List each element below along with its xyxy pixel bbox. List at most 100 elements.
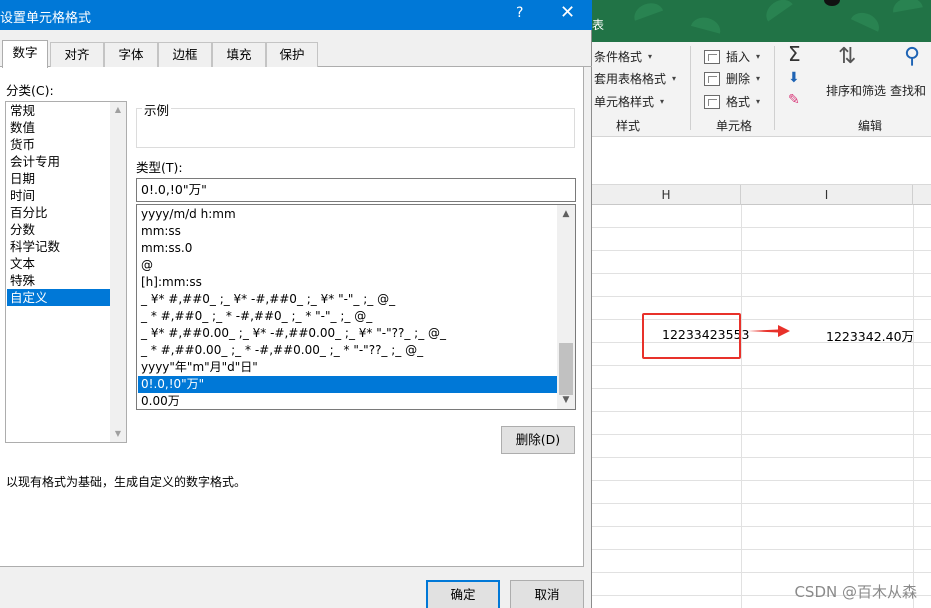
chevron-down-icon: ▾ (672, 74, 677, 83)
category-item[interactable]: 文本 (7, 255, 110, 272)
grid-row (592, 251, 931, 274)
format-item[interactable]: _ * #,##0_ ;_ * -#,##0_ ;_ * "-"_ ;_ @_ (138, 308, 557, 325)
insert-label: 插入 (726, 50, 751, 64)
tab-alignment[interactable]: 对齐 (50, 42, 104, 67)
scroll-thumb[interactable] (559, 343, 573, 395)
format-item[interactable]: _ ¥* #,##0.00_ ;_ ¥* -#,##0.00_ ;_ ¥* "-… (138, 325, 557, 342)
category-item[interactable]: 日期 (7, 170, 110, 187)
grid-row (592, 412, 931, 435)
scroll-down-icon[interactable]: ▼ (557, 392, 575, 408)
format-item[interactable]: _ * #,##0.00_ ;_ * -#,##0.00_ ;_ * "-"??… (138, 342, 557, 359)
cancel-button[interactable]: 取消 (510, 580, 584, 608)
format-item[interactable]: mm:ss.0 (138, 240, 557, 257)
tab-protection[interactable]: 保护 (266, 42, 318, 67)
category-item[interactable]: 货币 (7, 136, 110, 153)
tab-font[interactable]: 字体 (104, 42, 158, 67)
category-item[interactable]: 时间 (7, 187, 110, 204)
find-icon[interactable]: ⚲ (904, 44, 920, 69)
cell-styles-button[interactable]: 单元格样式 ▾ (594, 93, 664, 110)
category-item[interactable]: 科学记数 (7, 238, 110, 255)
sort-filter-label: 排序和筛选 (826, 84, 887, 98)
column-gridline (913, 205, 914, 608)
close-icon[interactable]: ✕ (560, 2, 575, 23)
scroll-up-icon[interactable]: ▲ (110, 102, 126, 118)
ribbon-divider (774, 46, 775, 130)
sample-box (136, 108, 575, 148)
column-header-h[interactable]: H (592, 185, 741, 205)
format-code-list[interactable]: yyyy/m/d h:mm mm:ss mm:ss.0 @ [h]:mm:ss … (136, 204, 576, 410)
category-scrollbar[interactable]: ▲ ▼ (110, 102, 126, 442)
category-list[interactable]: 常规 数值 货币 会计专用 日期 时间 百分比 分数 科学记数 文本 特殊 自定… (5, 101, 127, 443)
format-item[interactable]: yyyy/m/d h:mm (138, 206, 557, 223)
column-header-i[interactable]: I (741, 185, 913, 205)
autosum-icon[interactable]: Σ (788, 42, 801, 66)
format-cells-button[interactable]: 格式 ▾ (704, 93, 760, 110)
chevron-down-icon: ▾ (756, 52, 761, 61)
find-select-button[interactable]: 查找和 (890, 82, 926, 99)
delete-format-button[interactable]: 删除(D) (501, 426, 575, 454)
category-item[interactable]: 特殊 (7, 272, 110, 289)
excel-title-bar: 表 (592, 0, 931, 42)
category-item[interactable]: 常规 (7, 102, 110, 119)
category-item[interactable]: 百分比 (7, 204, 110, 221)
delete-cells-button[interactable]: 删除 ▾ (704, 70, 760, 87)
tab-border[interactable]: 边框 (158, 42, 212, 67)
category-item[interactable]: 会计专用 (7, 153, 110, 170)
insert-cells-button[interactable]: 插入 ▾ (704, 48, 760, 65)
dialog-title-bar: 设置单元格格式 ? ✕ (0, 0, 592, 30)
sample-label: 示例 (142, 100, 172, 119)
type-input[interactable]: 0!.0,!0"万" (136, 178, 576, 202)
chevron-down-icon: ▾ (756, 74, 761, 83)
formula-bar-area (592, 137, 931, 185)
arrow-right-icon (748, 325, 790, 337)
tab-fill[interactable]: 填充 (212, 42, 266, 67)
column-headers: H I (592, 185, 931, 205)
tab-number[interactable]: 数字 (2, 40, 48, 68)
conditional-format-button[interactable]: 条件格式 ▾ (594, 48, 652, 65)
ok-button[interactable]: 确定 (426, 580, 500, 608)
scroll-down-icon[interactable]: ▼ (110, 426, 126, 442)
format-item[interactable]: [h]:mm:ss (138, 274, 557, 291)
cells-group-label: 单元格 (716, 119, 753, 133)
format-icon (704, 94, 720, 109)
format-item[interactable]: _ ¥* #,##0_ ;_ ¥* -#,##0_ ;_ ¥* "-"_ ;_ … (138, 291, 557, 308)
grid-row (592, 228, 931, 251)
category-item[interactable]: 数值 (7, 119, 110, 136)
grid-row (592, 435, 931, 458)
format-item[interactable]: mm:ss (138, 223, 557, 240)
grid-row (592, 389, 931, 412)
highlight-box (642, 313, 741, 359)
chevron-down-icon: ▾ (648, 52, 653, 61)
styles-group-label: 样式 (616, 119, 641, 133)
fill-icon[interactable]: ⬇ (788, 70, 800, 86)
grid-row (592, 481, 931, 504)
cell-grid[interactable] (592, 205, 931, 608)
scroll-up-icon[interactable]: ▲ (557, 206, 575, 222)
chevron-down-icon: ▾ (756, 97, 761, 106)
sort-filter-icon[interactable]: ⇅ (838, 44, 856, 69)
result-cell-value[interactable]: 1223342.40万 (826, 326, 914, 345)
ribbon-divider (690, 46, 691, 130)
format-item[interactable]: @ (138, 257, 557, 274)
conditional-format-label: 条件格式 (594, 50, 643, 64)
excel-title-fragment: 表 (592, 18, 605, 32)
grid-row (592, 205, 931, 228)
format-item-selected[interactable]: 0!.0,!0"万" (138, 376, 557, 393)
format-as-table-button[interactable]: 套用表格格式 ▾ (594, 70, 676, 87)
delete-icon (704, 71, 720, 86)
format-item[interactable]: 0.00万 (138, 393, 557, 409)
format-item[interactable]: yyyy"年"m"月"d"日" (138, 359, 557, 376)
clear-icon[interactable]: ✎ (788, 92, 800, 108)
category-item[interactable]: 分数 (7, 221, 110, 238)
category-label: 分类(C): (6, 83, 54, 98)
help-icon[interactable]: ? (516, 5, 523, 21)
ribbon: 条件格式 ▾ 套用表格格式 ▾ 单元格样式 ▾ 样式 插入 ▾ 删除 ▾ 格式 ▾ 单元格 … (592, 42, 931, 137)
format-label: 格式 (726, 95, 751, 109)
column-gridline (741, 205, 742, 608)
sort-filter-button[interactable]: 排序和筛选 (826, 82, 886, 99)
category-item-selected[interactable]: 自定义 (7, 289, 110, 306)
format-scrollbar[interactable]: ▲ ▼ (557, 205, 575, 409)
type-label: 类型(T): (136, 160, 183, 175)
grid-row (592, 550, 931, 573)
format-as-table-label: 套用表格格式 (594, 72, 667, 86)
